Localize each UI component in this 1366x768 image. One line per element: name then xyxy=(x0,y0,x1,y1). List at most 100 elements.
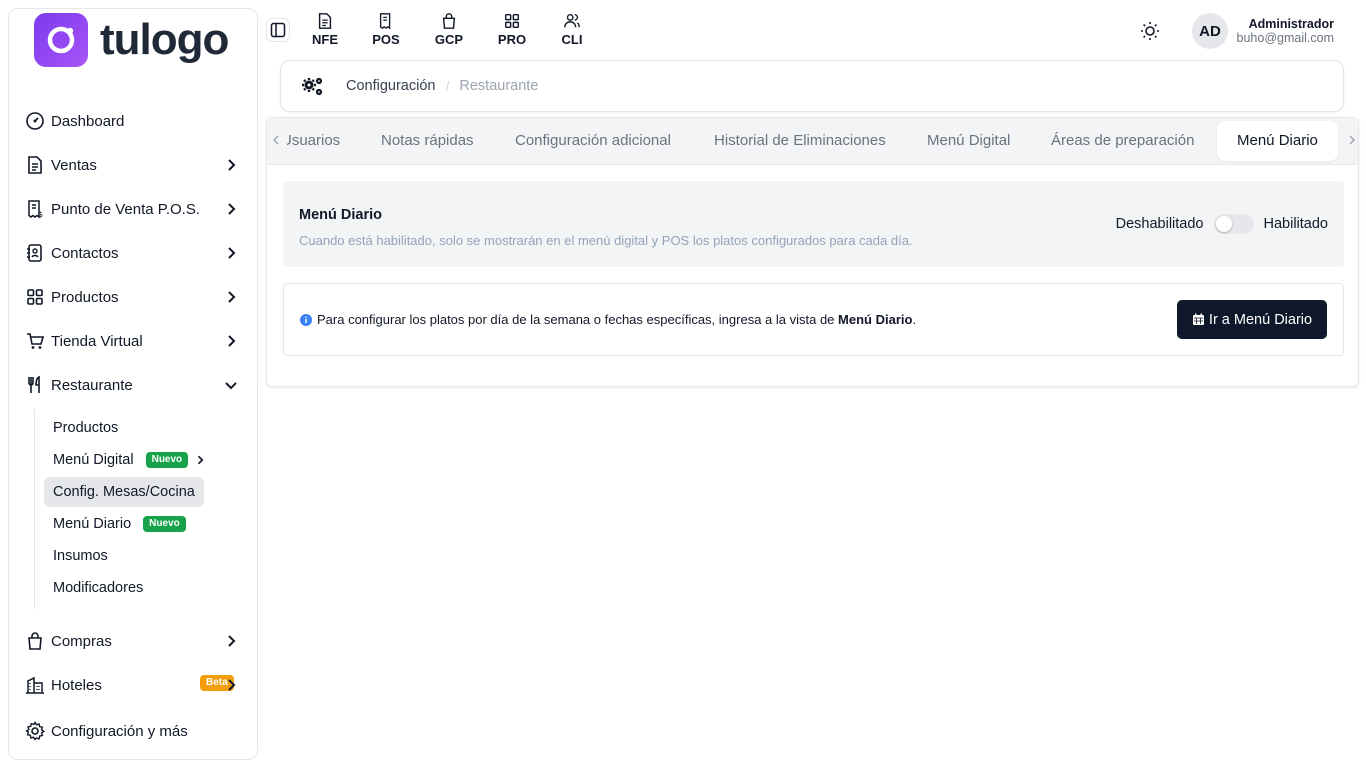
building-icon xyxy=(25,675,45,695)
gauge-icon xyxy=(25,111,45,131)
toggle-on-label: Habilitado xyxy=(1263,216,1329,232)
sidebar-toggle-button[interactable] xyxy=(266,18,290,42)
sidebar-item-hoteles[interactable]: Hoteles Beta xyxy=(25,667,249,703)
tab-notas-rapidas[interactable]: Notas rápidas xyxy=(381,121,474,161)
sidebar-item-productos[interactable]: Productos xyxy=(25,279,249,315)
user-name: Administrador xyxy=(1248,17,1334,31)
cart-icon xyxy=(25,331,45,351)
shortcut-pro[interactable]: PRO xyxy=(487,10,537,50)
sidebar-item-pos[interactable]: $ Punto de Venta P.O.S. xyxy=(25,191,249,227)
tab-configuracion-adicional[interactable]: Configuración adicional xyxy=(515,121,671,161)
submenu-line xyxy=(34,409,35,609)
utensils-icon xyxy=(25,375,45,395)
submenu-item-config-mesas-cocina[interactable]: Config. Mesas/Cocina xyxy=(44,477,204,507)
breadcrumb-separator: / xyxy=(445,78,450,94)
info-message: Para configurar los platos por día de la… xyxy=(300,312,916,327)
chevron-right-icon xyxy=(223,201,239,217)
new-badge: Nuevo xyxy=(143,516,186,532)
sidebar-panel-icon xyxy=(270,22,286,38)
logo[interactable]: tulogo xyxy=(34,13,229,67)
sidebar-item-label: Compras xyxy=(51,632,112,650)
toggle-knob xyxy=(1215,216,1232,232)
sidebar-item-label: Hoteles xyxy=(51,676,102,694)
submenu-item-modificadores[interactable]: Modificadores xyxy=(44,573,152,603)
grid-icon xyxy=(503,12,521,30)
chevron-right-icon xyxy=(223,157,239,173)
sidebar-item-label: Contactos xyxy=(51,244,119,262)
info-text: Para configurar los platos por día de la… xyxy=(317,312,835,327)
sidebar-item-tienda-virtual[interactable]: Tienda Virtual xyxy=(25,323,249,359)
sidebar-item-ventas[interactable]: Ventas xyxy=(25,147,249,183)
submenu-item-label: Insumos xyxy=(53,548,108,564)
gears-icon xyxy=(300,73,326,99)
setting-title: Menú Diario xyxy=(299,207,382,223)
svg-text:$: $ xyxy=(38,210,43,219)
daily-menu-toggle[interactable] xyxy=(1213,214,1254,234)
contacts-icon xyxy=(25,243,45,263)
daily-menu-setting: Menú Diario Cuando está habilitado, solo… xyxy=(283,181,1344,267)
sidebar-item-label: Dashboard xyxy=(51,112,125,130)
theme-toggle-sun-icon[interactable] xyxy=(1139,20,1161,42)
chevron-right-icon[interactable] xyxy=(1346,132,1358,148)
submenu-item-label: Config. Mesas/Cocina xyxy=(53,484,195,500)
tab-areas-preparacion[interactable]: Áreas de preparación xyxy=(1051,121,1194,161)
shortcut-gcp[interactable]: GCP xyxy=(424,10,474,50)
chevron-right-icon xyxy=(194,454,206,466)
new-badge: Nuevo xyxy=(145,452,189,468)
sidebar-item-configuracion[interactable]: Configuración y más xyxy=(25,713,249,749)
setting-description: Cuando está habilitado, solo se mostrará… xyxy=(299,233,913,248)
breadcrumb: Configuración / Restaurante xyxy=(280,60,1344,112)
gear-icon xyxy=(25,721,45,741)
avatar[interactable]: AD xyxy=(1192,13,1228,49)
tab-historial-eliminaciones[interactable]: Historial de Eliminaciones xyxy=(714,121,886,161)
submenu-item-label: Menú Digital xyxy=(53,452,134,468)
submenu-item-productos[interactable]: Productos xyxy=(44,413,127,443)
logo-mark-icon xyxy=(34,13,88,67)
sidebar-item-label: Punto de Venta P.O.S. xyxy=(51,200,201,218)
shortcut-cli[interactable]: CLI xyxy=(547,10,597,50)
sidebar-item-label: Restaurante xyxy=(51,376,133,394)
chevron-right-icon xyxy=(223,289,239,305)
toggle-off-label: Deshabilitado xyxy=(1115,216,1204,232)
chevron-left-icon[interactable] xyxy=(270,132,282,148)
submenu-item-label: Modificadores xyxy=(53,580,144,596)
submenu-item-menu-diario[interactable]: Menú Diario Nuevo xyxy=(44,509,195,539)
logo-text: tulogo xyxy=(100,15,229,64)
tab-menu-diario[interactable]: Menú Diario xyxy=(1217,121,1338,161)
submenu-item-label: Menú Diario xyxy=(53,516,132,532)
info-icon xyxy=(300,313,312,326)
sidebar-item-dashboard[interactable]: Dashboard xyxy=(25,103,249,139)
go-to-daily-menu-button[interactable]: Ir a Menú Diario xyxy=(1177,300,1327,339)
tab-menu-digital[interactable]: Menú Digital xyxy=(927,121,1010,161)
sidebar-item-label: Productos xyxy=(51,288,119,306)
document-icon xyxy=(316,12,334,30)
info-end: . xyxy=(912,312,917,327)
sidebar-item-restaurante[interactable]: Restaurante xyxy=(25,367,249,403)
sidebar-item-compras[interactable]: Compras xyxy=(25,623,249,659)
submenu-item-menu-digital[interactable]: Menú Digital Nuevo xyxy=(44,445,215,475)
submenu-item-insumos[interactable]: Insumos xyxy=(44,541,117,571)
sidebar-item-label: Configuración y más xyxy=(51,722,188,740)
shortcut-pos[interactable]: POS xyxy=(361,10,411,50)
bag-icon xyxy=(440,12,458,30)
shortcut-label: CLI xyxy=(561,32,583,47)
tab-usuarios[interactable]: Usuarios xyxy=(281,121,340,161)
shortcut-label: NFE xyxy=(312,32,338,47)
chevron-right-icon xyxy=(223,245,239,261)
calendar-icon xyxy=(1192,313,1209,326)
info-box: Para configurar los platos por día de la… xyxy=(283,283,1344,356)
shortcut-label: POS xyxy=(372,32,400,47)
sidebar-item-label: Ventas xyxy=(51,156,97,174)
breadcrumb-section[interactable]: Configuración xyxy=(346,78,435,94)
chevron-right-icon xyxy=(223,677,239,693)
shortcut-label: GCP xyxy=(434,32,464,47)
document-icon xyxy=(25,155,45,175)
tab-bar: Usuarios Notas rápidas Configuración adi… xyxy=(267,118,1358,165)
settings-panel: Usuarios Notas rápidas Configuración adi… xyxy=(266,117,1359,387)
chevron-right-icon xyxy=(223,333,239,349)
sidebar-item-contactos[interactable]: Contactos xyxy=(25,235,249,271)
shortcut-nfe[interactable]: NFE xyxy=(300,10,350,50)
info-link-text: Menú Diario xyxy=(838,312,913,327)
receipt-icon: $ xyxy=(25,199,45,219)
bag-icon xyxy=(25,631,45,651)
